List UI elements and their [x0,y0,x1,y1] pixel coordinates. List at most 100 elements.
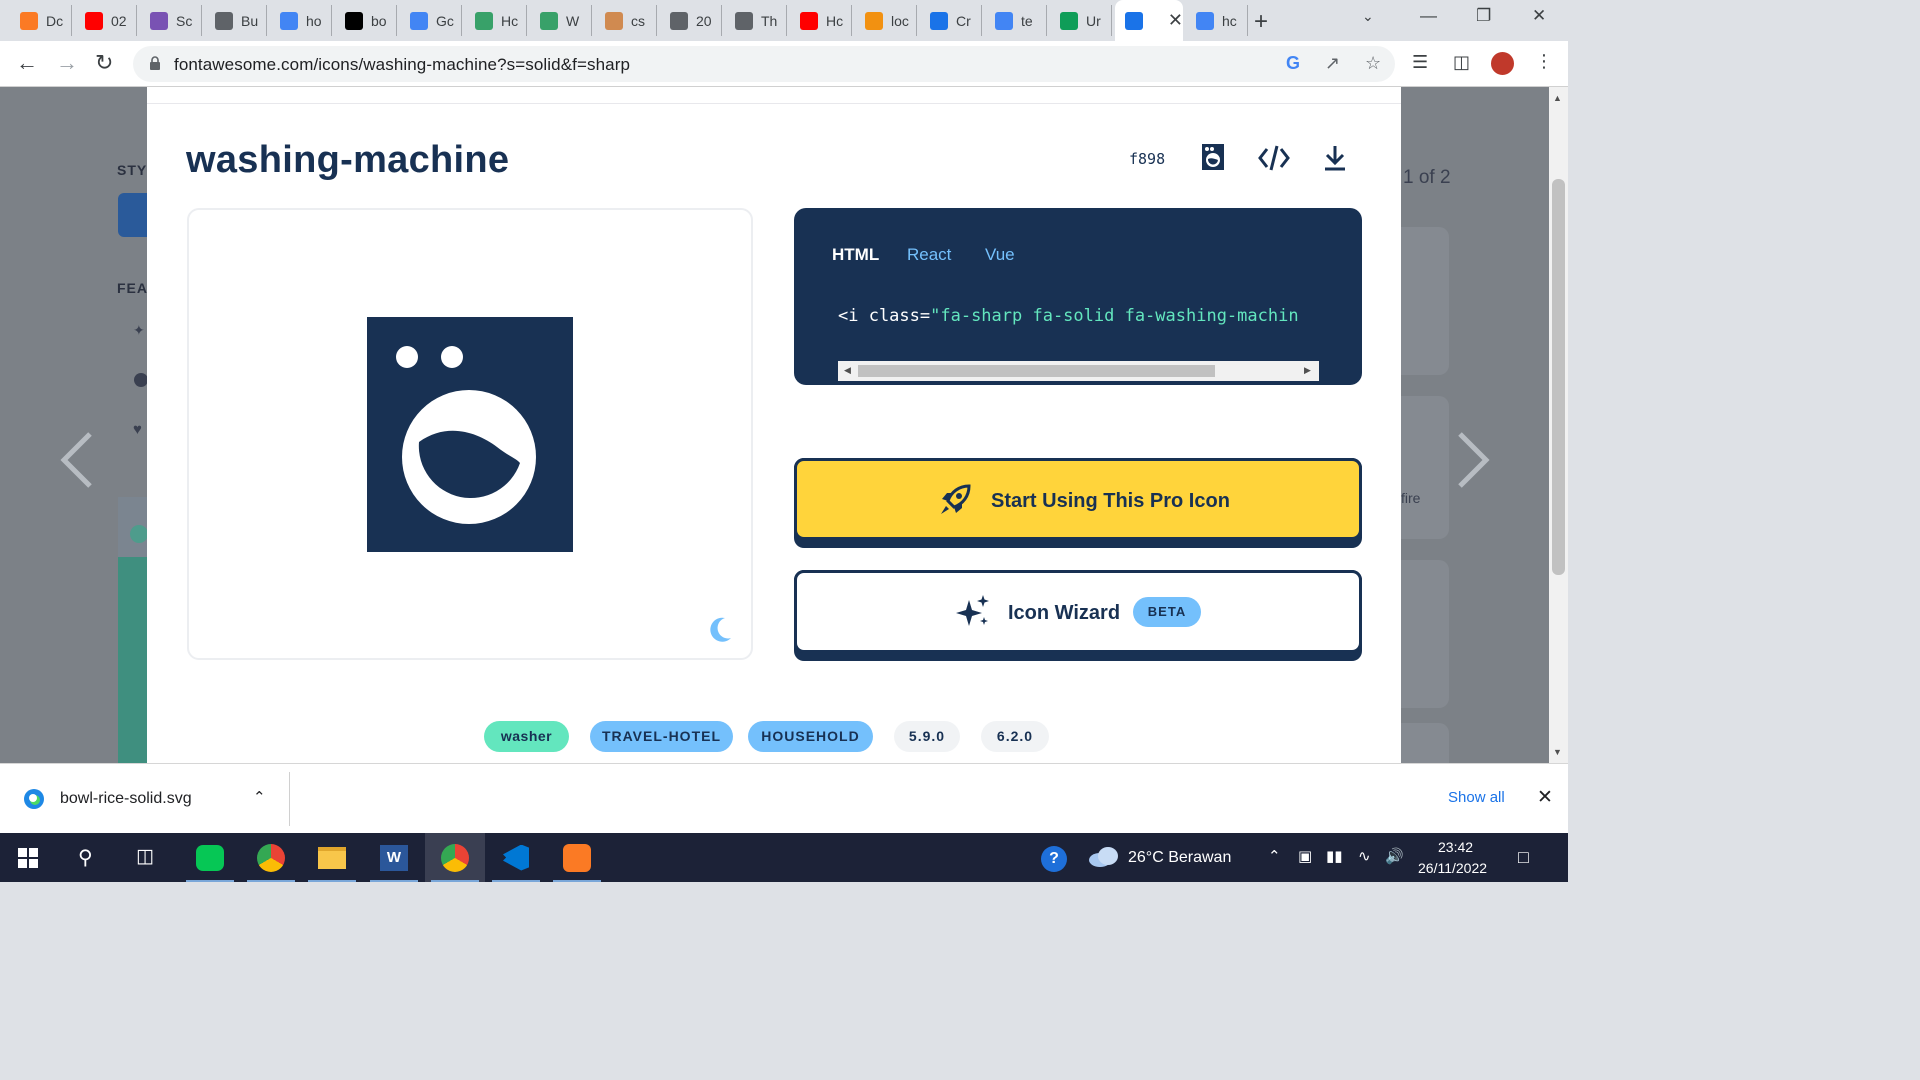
chevron-up-icon[interactable]: ⌃ [253,788,266,806]
browser-tab[interactable]: hc [1186,5,1248,36]
close-icon[interactable]: ✕ [1537,786,1553,809]
code-icon[interactable] [1258,145,1290,171]
line-app-icon[interactable] [180,833,240,882]
battery-icon[interactable]: ▮▮ [1326,847,1343,865]
browser-tab[interactable]: Hc [790,5,852,36]
tag-travel-hotel[interactable]: TRAVEL-HOTEL [590,721,733,752]
search-icon[interactable]: ⚲ [78,845,93,870]
side-panel-icon[interactable]: ◫ [1453,52,1470,73]
browser-tab[interactable]: Hc [465,5,527,36]
moon-icon[interactable] [707,616,733,644]
browser-tab[interactable]: Bu [205,5,267,36]
tag-version-5[interactable]: 5.9.0 [894,721,960,752]
browser-tab[interactable]: loc [855,5,917,36]
youtube-icon [85,11,103,30]
close-window-button[interactable]: ✕ [1532,6,1546,26]
url-text[interactable]: fontawesome.com/icons/washing-machine?s=… [174,55,630,75]
minimize-button[interactable]: — [1420,6,1437,26]
tag-household[interactable]: HOUSEHOLD [748,721,873,752]
browser-tab[interactable]: 20 [660,5,722,36]
start-using-pro-icon-button[interactable]: Start Using This Pro Icon [794,458,1362,548]
weather-text[interactable]: 26°C Berawan [1128,849,1231,867]
tab-react[interactable]: React [907,245,951,265]
file-explorer-icon[interactable] [302,833,362,882]
windows-start-icon[interactable] [18,848,38,868]
reload-button[interactable]: ↻ [95,51,113,75]
browser-tab[interactable]: W [530,5,592,36]
tag-version-6[interactable]: 6.2.0 [981,721,1049,752]
word-app-icon[interactable]: W [364,833,424,882]
edge-file-icon [24,789,44,809]
back-button[interactable]: ← [16,51,38,75]
tab-title: Cr [956,12,971,29]
cloud-icon[interactable] [1088,847,1120,867]
close-tab-icon[interactable]: ✕ [1168,10,1183,31]
bg-card-4 [1401,723,1449,763]
scroll-right-icon[interactable]: ▶ [1304,365,1311,376]
tag-washer[interactable]: washer [484,721,569,752]
volume-icon[interactable]: 🔊 [1385,847,1404,865]
scroll-down-icon[interactable]: ▼ [1553,747,1562,757]
previous-icon-arrow[interactable] [60,432,94,488]
browser-tab[interactable]: ✕ [1115,0,1183,41]
unicode-value[interactable]: f898 [1129,150,1165,168]
browser-tab[interactable]: bo [335,5,397,36]
clock-date[interactable]: 26/11/2022 [1418,860,1487,876]
browser-tab[interactable]: ho [270,5,332,36]
chrome-app-icon[interactable] [241,833,301,882]
notifications-icon[interactable]: □ [1518,847,1529,868]
browser-tab[interactable]: Ur [1050,5,1112,36]
browser-tab[interactable]: Dc [10,5,72,36]
wifi-icon[interactable]: ∿ [1358,847,1371,865]
scroll-left-icon[interactable]: ◀ [844,365,851,376]
show-all-link[interactable]: Show all [1448,789,1505,806]
plus-square-icon [1060,11,1078,30]
bookmark-star-icon[interactable]: ☆ [1365,53,1381,74]
page-scrollbar[interactable]: ▲ ▼ [1549,87,1568,763]
browser-tab[interactable]: Sc [140,5,202,36]
bootstrap-icon [150,11,168,30]
tab-search-chevron-icon[interactable]: ⌄ [1362,8,1374,25]
browser-tab[interactable]: Cr [920,5,982,36]
help-icon[interactable]: ? [1041,846,1067,872]
code-horizontal-scrollbar[interactable]: ◀ ▶ [838,361,1319,381]
clock-time[interactable]: 23:42 [1438,839,1473,855]
chevron-up-icon[interactable]: ⌃ [1268,847,1281,865]
xampp-app-icon[interactable] [547,833,607,882]
loading-icon [670,11,688,30]
media-control-icon[interactable]: ☰ [1412,52,1428,73]
vscode-app-icon[interactable] [486,833,546,882]
new-tab-button[interactable]: + [1254,8,1268,36]
sparkle-icon: ✦ [133,322,145,338]
heart-icon: ♥ [133,421,142,438]
icon-wizard-button[interactable]: Icon Wizard BETA [794,570,1362,661]
page-scroll-thumb[interactable] [1552,179,1565,575]
scroll-thumb[interactable] [858,365,1215,377]
chrome-profile-app-icon[interactable] [425,833,485,882]
share-icon[interactable]: ↗ [1325,53,1340,74]
tab-vue[interactable]: Vue [985,245,1015,265]
code-snippet[interactable]: <i class="fa-sharp fa-solid fa-washing-m… [838,306,1319,326]
restore-button[interactable]: ❐ [1476,6,1491,26]
download-icon[interactable] [1324,145,1346,171]
browser-tab[interactable]: cs [595,5,657,36]
task-view-icon[interactable]: ◫ [136,845,154,868]
tab-title: Hc [501,12,519,29]
tab-html[interactable]: HTML [832,245,879,265]
scroll-up-icon[interactable]: ▲ [1553,93,1562,103]
browser-tab[interactable]: Gc [400,5,462,36]
display-icon[interactable]: ▣ [1298,847,1312,865]
menu-kebab-icon[interactable]: ⋮ [1535,51,1553,72]
profile-avatar[interactable] [1489,50,1516,77]
download-file-name[interactable]: bowl-rice-solid.svg [60,790,192,808]
forward-button[interactable]: → [56,51,78,75]
glyph-copy-washer-icon[interactable] [1201,143,1225,171]
google-translate-icon[interactable]: G [1286,53,1300,74]
next-icon-arrow[interactable] [1456,432,1490,488]
address-bar[interactable]: fontawesome.com/icons/washing-machine?s=… [133,46,1395,82]
browser-tab[interactable]: Th [725,5,787,36]
medium-icon [345,11,363,30]
browser-tab[interactable]: te [985,5,1047,36]
wikihow-icon [475,11,493,30]
browser-tab[interactable]: 02 [75,5,137,36]
